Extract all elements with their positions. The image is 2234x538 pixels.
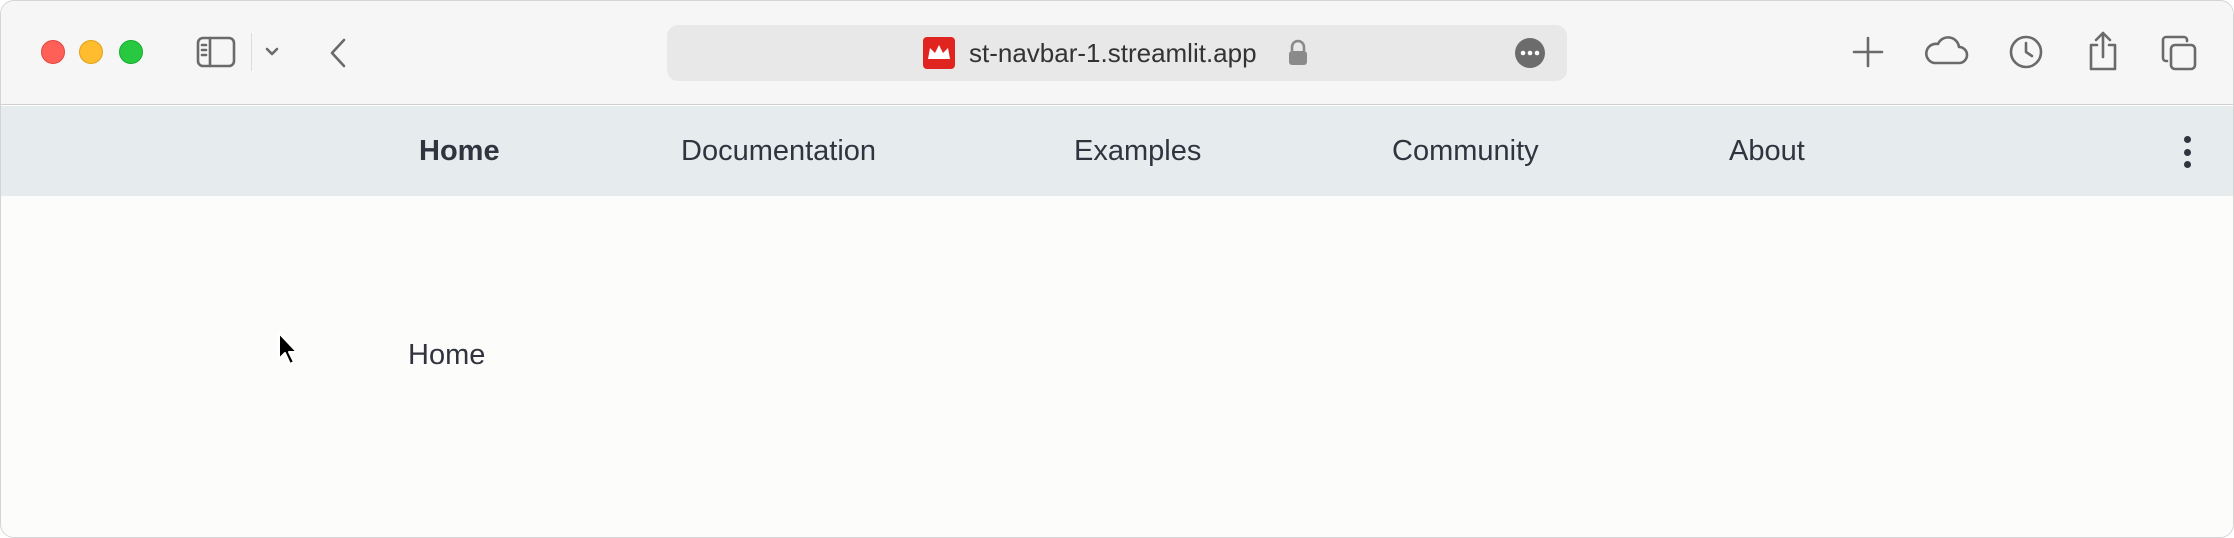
page-text: Home [408, 339, 486, 371]
browser-window: st-navbar-1.streamlit.app Home Documenta… [0, 0, 2234, 538]
icloud-tabs-button[interactable] [1921, 31, 1971, 71]
site-favicon [923, 37, 955, 69]
nav-item-home[interactable]: Home [419, 106, 500, 196]
sidebar-toggle-button[interactable] [195, 35, 237, 69]
menu-dot [2183, 148, 2191, 156]
cloud-icon [1925, 36, 1969, 65]
tab-overview-button[interactable] [2159, 33, 2199, 73]
nav-item-community[interactable]: Community [1392, 106, 1539, 196]
back-icon [330, 38, 346, 68]
mouse-cursor-icon [277, 331, 303, 367]
chevron-down-icon [265, 47, 279, 56]
nav-item-examples[interactable]: Examples [1074, 106, 1201, 196]
tabs-icon [2161, 35, 2197, 71]
menu-dot [2183, 136, 2191, 143]
sidebar-menu-button[interactable] [261, 41, 283, 63]
app-navbar: Home Documentation Examples Community Ab… [1, 106, 2233, 196]
kebab-menu-icon[interactable] [2177, 136, 2197, 168]
minimize-window-button[interactable] [79, 40, 103, 64]
history-button[interactable] [2007, 33, 2045, 71]
menu-dot [2183, 161, 2191, 168]
history-icon [2009, 35, 2043, 69]
more-icon [1520, 50, 1540, 56]
main-content: Home [1, 196, 2233, 537]
address-bar[interactable]: st-navbar-1.streamlit.app [667, 25, 1567, 81]
close-window-button[interactable] [41, 40, 65, 64]
browser-toolbar: st-navbar-1.streamlit.app [1, 1, 2233, 105]
back-button[interactable] [323, 35, 355, 71]
toolbar-divider [251, 33, 252, 71]
page-menu-button[interactable] [1515, 38, 1545, 68]
lock-icon [1287, 39, 1309, 67]
url-text: st-navbar-1.streamlit.app [969, 38, 1257, 68]
share-icon [2089, 31, 2117, 71]
sidebar-icon [196, 36, 236, 68]
nav-item-documentation[interactable]: Documentation [681, 106, 876, 196]
new-tab-button[interactable] [1849, 33, 1887, 71]
crown-icon [928, 45, 950, 59]
nav-item-about[interactable]: About [1729, 106, 1805, 196]
share-button[interactable] [2085, 29, 2121, 73]
plus-icon [1852, 36, 1884, 68]
maximize-window-button[interactable] [119, 40, 143, 64]
